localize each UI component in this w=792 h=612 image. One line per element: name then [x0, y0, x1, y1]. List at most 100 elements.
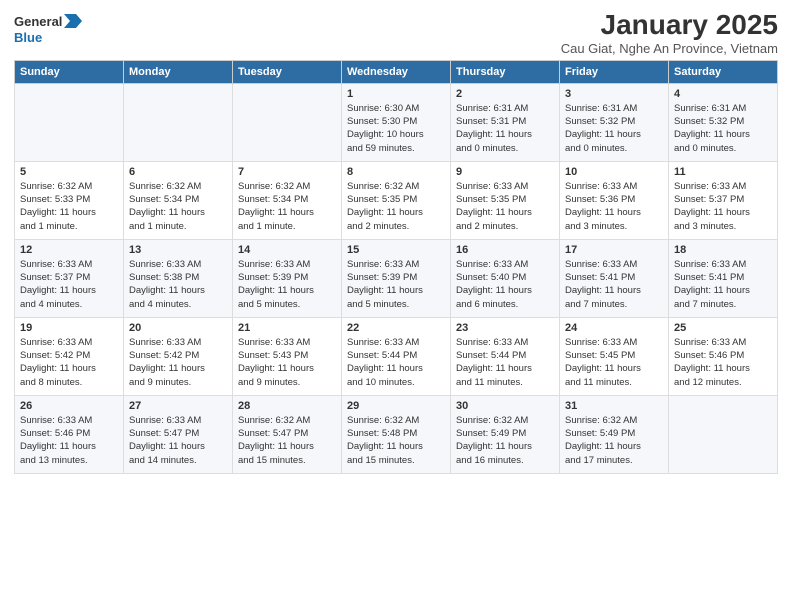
cell-content: Sunrise: 6:33 AM Sunset: 5:41 PM Dayligh… [674, 258, 772, 311]
day-number: 1 [347, 88, 445, 100]
calendar-cell: 28 Sunrise: 6:32 AM Sunset: 5:47 PM Dayli… [233, 395, 342, 473]
day-number: 23 [456, 322, 554, 334]
day-number: 31 [565, 400, 663, 412]
calendar-cell: 1 Sunrise: 6:30 AM Sunset: 5:30 PM Daylig… [342, 83, 451, 161]
week-row-3: 12 Sunrise: 6:33 AM Sunset: 5:37 PM Dayli… [15, 239, 778, 317]
calendar-cell [124, 83, 233, 161]
cell-content: Sunrise: 6:33 AM Sunset: 5:39 PM Dayligh… [238, 258, 336, 311]
header: General Blue January 2025 Cau Giat, Nghe… [14, 10, 778, 56]
cell-content: Sunrise: 6:32 AM Sunset: 5:48 PM Dayligh… [347, 414, 445, 467]
day-number: 17 [565, 244, 663, 256]
calendar-cell: 15 Sunrise: 6:33 AM Sunset: 5:39 PM Dayli… [342, 239, 451, 317]
day-number: 6 [129, 166, 227, 178]
day-number: 16 [456, 244, 554, 256]
cell-content: Sunrise: 6:32 AM Sunset: 5:47 PM Dayligh… [238, 414, 336, 467]
calendar-cell: 14 Sunrise: 6:33 AM Sunset: 5:39 PM Dayli… [233, 239, 342, 317]
calendar-cell: 13 Sunrise: 6:33 AM Sunset: 5:38 PM Dayli… [124, 239, 233, 317]
cell-content: Sunrise: 6:32 AM Sunset: 5:33 PM Dayligh… [20, 180, 118, 233]
calendar-cell: 7 Sunrise: 6:32 AM Sunset: 5:34 PM Daylig… [233, 161, 342, 239]
calendar-cell: 27 Sunrise: 6:33 AM Sunset: 5:47 PM Dayli… [124, 395, 233, 473]
day-number: 28 [238, 400, 336, 412]
calendar-cell: 4Sunrise: 6:31 AM Sunset: 5:32 PM Daylig… [669, 83, 778, 161]
calendar-cell: 6 Sunrise: 6:32 AM Sunset: 5:34 PM Daylig… [124, 161, 233, 239]
calendar-table: SundayMondayTuesdayWednesdayThursdayFrid… [14, 60, 778, 474]
cell-content: Sunrise: 6:33 AM Sunset: 5:40 PM Dayligh… [456, 258, 554, 311]
cell-content: Sunrise: 6:32 AM Sunset: 5:49 PM Dayligh… [456, 414, 554, 467]
day-number: 13 [129, 244, 227, 256]
calendar-cell: 23Sunrise: 6:33 AM Sunset: 5:44 PM Dayli… [451, 317, 560, 395]
week-row-4: 19 Sunrise: 6:33 AM Sunset: 5:42 PM Dayli… [15, 317, 778, 395]
calendar-cell: 18Sunrise: 6:33 AM Sunset: 5:41 PM Dayli… [669, 239, 778, 317]
week-row-5: 26 Sunrise: 6:33 AM Sunset: 5:46 PM Dayli… [15, 395, 778, 473]
day-number: 27 [129, 400, 227, 412]
cell-content: Sunrise: 6:33 AM Sunset: 5:39 PM Dayligh… [347, 258, 445, 311]
page-container: General Blue January 2025 Cau Giat, Nghe… [0, 0, 792, 484]
day-number: 19 [20, 322, 118, 334]
logo-general: General [14, 14, 62, 29]
calendar-cell: 3Sunrise: 6:31 AM Sunset: 5:32 PM Daylig… [560, 83, 669, 161]
cell-content: Sunrise: 6:33 AM Sunset: 5:41 PM Dayligh… [565, 258, 663, 311]
calendar-cell: 19 Sunrise: 6:33 AM Sunset: 5:42 PM Dayli… [15, 317, 124, 395]
day-number: 30 [456, 400, 554, 412]
day-number: 24 [565, 322, 663, 334]
cell-content: Sunrise: 6:33 AM Sunset: 5:37 PM Dayligh… [674, 180, 772, 233]
header-sunday: Sunday [15, 60, 124, 83]
day-number: 11 [674, 166, 772, 178]
title-block: January 2025 Cau Giat, Nghe An Province,… [561, 10, 778, 56]
cell-content: Sunrise: 6:32 AM Sunset: 5:49 PM Dayligh… [565, 414, 663, 467]
cell-content: Sunrise: 6:32 AM Sunset: 5:34 PM Dayligh… [238, 180, 336, 233]
header-tuesday: Tuesday [233, 60, 342, 83]
cell-content: Sunrise: 6:33 AM Sunset: 5:46 PM Dayligh… [20, 414, 118, 467]
calendar-header-row: SundayMondayTuesdayWednesdayThursdayFrid… [15, 60, 778, 83]
logo: General Blue [14, 10, 82, 45]
cell-content: Sunrise: 6:33 AM Sunset: 5:36 PM Dayligh… [565, 180, 663, 233]
calendar-cell: 2Sunrise: 6:31 AM Sunset: 5:31 PM Daylig… [451, 83, 560, 161]
day-number: 3 [565, 88, 663, 100]
day-number: 10 [565, 166, 663, 178]
week-row-1: 1 Sunrise: 6:30 AM Sunset: 5:30 PM Daylig… [15, 83, 778, 161]
day-number: 12 [20, 244, 118, 256]
cell-content: Sunrise: 6:32 AM Sunset: 5:35 PM Dayligh… [347, 180, 445, 233]
calendar-cell: 31 Sunrise: 6:32 AM Sunset: 5:49 PM Dayli… [560, 395, 669, 473]
calendar-cell: 8 Sunrise: 6:32 AM Sunset: 5:35 PM Daylig… [342, 161, 451, 239]
cell-content: Sunrise: 6:33 AM Sunset: 5:35 PM Dayligh… [456, 180, 554, 233]
cell-content: Sunrise: 6:32 AM Sunset: 5:34 PM Dayligh… [129, 180, 227, 233]
header-wednesday: Wednesday [342, 60, 451, 83]
calendar-cell: 29 Sunrise: 6:32 AM Sunset: 5:48 PM Dayli… [342, 395, 451, 473]
header-thursday: Thursday [451, 60, 560, 83]
cell-content: Sunrise: 6:33 AM Sunset: 5:42 PM Dayligh… [20, 336, 118, 389]
cell-content: Sunrise: 6:33 AM Sunset: 5:37 PM Dayligh… [20, 258, 118, 311]
cell-content: Sunrise: 6:33 AM Sunset: 5:45 PM Dayligh… [565, 336, 663, 389]
calendar-cell [15, 83, 124, 161]
day-number: 7 [238, 166, 336, 178]
calendar-cell: 25Sunrise: 6:33 AM Sunset: 5:46 PM Dayli… [669, 317, 778, 395]
cell-content: Sunrise: 6:33 AM Sunset: 5:38 PM Dayligh… [129, 258, 227, 311]
calendar-cell: 16 Sunrise: 6:33 AM Sunset: 5:40 PM Dayli… [451, 239, 560, 317]
week-row-2: 5 Sunrise: 6:32 AM Sunset: 5:33 PM Daylig… [15, 161, 778, 239]
cell-content: Sunrise: 6:33 AM Sunset: 5:46 PM Dayligh… [674, 336, 772, 389]
day-number: 4 [674, 88, 772, 100]
cell-content: Sunrise: 6:33 AM Sunset: 5:47 PM Dayligh… [129, 414, 227, 467]
header-monday: Monday [124, 60, 233, 83]
calendar-cell: 20 Sunrise: 6:33 AM Sunset: 5:42 PM Dayli… [124, 317, 233, 395]
day-number: 20 [129, 322, 227, 334]
calendar-cell: 21Sunrise: 6:33 AM Sunset: 5:43 PM Dayli… [233, 317, 342, 395]
day-number: 26 [20, 400, 118, 412]
day-number: 8 [347, 166, 445, 178]
calendar-cell [669, 395, 778, 473]
day-number: 15 [347, 244, 445, 256]
main-title: January 2025 [561, 10, 778, 41]
day-number: 14 [238, 244, 336, 256]
cell-content: Sunrise: 6:33 AM Sunset: 5:42 PM Dayligh… [129, 336, 227, 389]
cell-content: Sunrise: 6:30 AM Sunset: 5:30 PM Dayligh… [347, 102, 445, 155]
calendar-cell: 12 Sunrise: 6:33 AM Sunset: 5:37 PM Dayli… [15, 239, 124, 317]
calendar-cell: 30 Sunrise: 6:32 AM Sunset: 5:49 PM Dayli… [451, 395, 560, 473]
day-number: 5 [20, 166, 118, 178]
calendar-cell: 9Sunrise: 6:33 AM Sunset: 5:35 PM Daylig… [451, 161, 560, 239]
day-number: 22 [347, 322, 445, 334]
calendar-cell: 24 Sunrise: 6:33 AM Sunset: 5:45 PM Dayli… [560, 317, 669, 395]
day-number: 29 [347, 400, 445, 412]
cell-content: Sunrise: 6:33 AM Sunset: 5:44 PM Dayligh… [347, 336, 445, 389]
day-number: 21 [238, 322, 336, 334]
calendar-cell: 10 Sunrise: 6:33 AM Sunset: 5:36 PM Dayli… [560, 161, 669, 239]
